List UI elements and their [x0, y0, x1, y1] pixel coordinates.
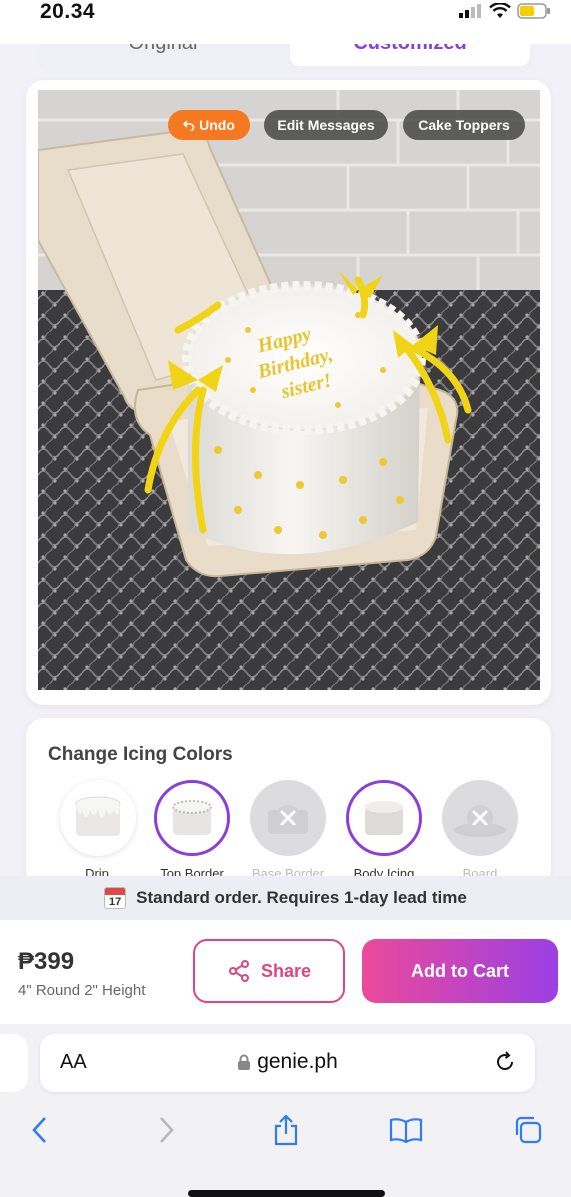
battery-icon	[517, 3, 550, 19]
share-button[interactable]: Share	[193, 939, 345, 1003]
icing-option-body-icing[interactable]	[346, 780, 422, 856]
browser-chrome: AA genie.ph	[0, 1024, 571, 1197]
share-sheet-button[interactable]	[268, 1112, 304, 1148]
tabs-icon	[515, 1116, 542, 1144]
tabs-button[interactable]	[510, 1112, 546, 1148]
calendar-icon: 17	[104, 887, 127, 909]
icing-option-board	[442, 780, 518, 856]
signal-icon	[459, 4, 481, 18]
lock-icon	[238, 1054, 251, 1070]
system-icons	[459, 0, 551, 22]
status-bar: 20.34	[0, 0, 571, 44]
lead-time-text: Standard order. Requires 1-day lead time	[136, 888, 467, 907]
icing-colors-card: Change Icing Colors Drip Top Border Base…	[26, 718, 551, 888]
share-label: Share	[260, 960, 312, 981]
forward-button[interactable]	[148, 1112, 184, 1148]
size-label: 4" Round 2" Height	[18, 982, 146, 999]
drip-cake-icon	[75, 796, 121, 836]
status-time: 20.34	[40, 0, 96, 23]
icing-option-top-border[interactable]	[154, 780, 230, 856]
home-indicator	[188, 1190, 385, 1197]
calendar-day: 17	[109, 896, 122, 908]
chevron-left-icon	[32, 1117, 46, 1143]
domain-label: genie.ph	[257, 1050, 338, 1073]
back-button[interactable]	[22, 1112, 58, 1148]
bookmarks-button[interactable]	[388, 1112, 424, 1148]
wifi-icon	[489, 3, 511, 18]
browser-toolbar	[0, 1106, 571, 1156]
share-sheet-icon	[274, 1114, 298, 1146]
chevron-right-icon	[160, 1117, 174, 1143]
previous-tab-peek[interactable]	[0, 1034, 28, 1092]
cake-preview-card: Happy Birthday, sister! Undo Edit Messag…	[26, 80, 551, 705]
unavailable-x-icon	[454, 805, 506, 837]
lead-time-banner: 17 Standard order. Requires 1-day lead t…	[0, 876, 571, 920]
domain-display: genie.ph	[40, 1050, 535, 1074]
address-bar[interactable]: AA genie.ph	[40, 1034, 535, 1092]
body-icing-cake-icon	[365, 801, 403, 835]
reload-icon[interactable]	[493, 1050, 517, 1074]
top-border-cake-icon	[172, 800, 212, 835]
icing-option-base-border	[250, 780, 326, 856]
price-label: ₱399	[18, 948, 75, 975]
undo-icon	[183, 120, 195, 131]
book-icon	[389, 1118, 423, 1143]
share-icon	[228, 960, 249, 982]
cart-bar: ₱399 4" Round 2" Height Share Add to Car…	[0, 920, 571, 1024]
cake-photo-illustration: Happy Birthday, sister!	[38, 90, 540, 690]
icing-section-title: Change Icing Colors	[48, 744, 233, 765]
icing-option-drip[interactable]	[60, 780, 136, 856]
unavailable-x-icon	[268, 805, 308, 834]
undo-button[interactable]: Undo	[168, 110, 250, 140]
edit-messages-button[interactable]: Edit Messages	[264, 110, 388, 140]
cake-image: Happy Birthday, sister! Undo Edit Messag…	[38, 90, 540, 690]
cake-toppers-button[interactable]: Cake Toppers	[403, 110, 525, 140]
add-to-cart-button[interactable]: Add to Cart	[362, 939, 558, 1003]
undo-label: Undo	[199, 117, 235, 133]
